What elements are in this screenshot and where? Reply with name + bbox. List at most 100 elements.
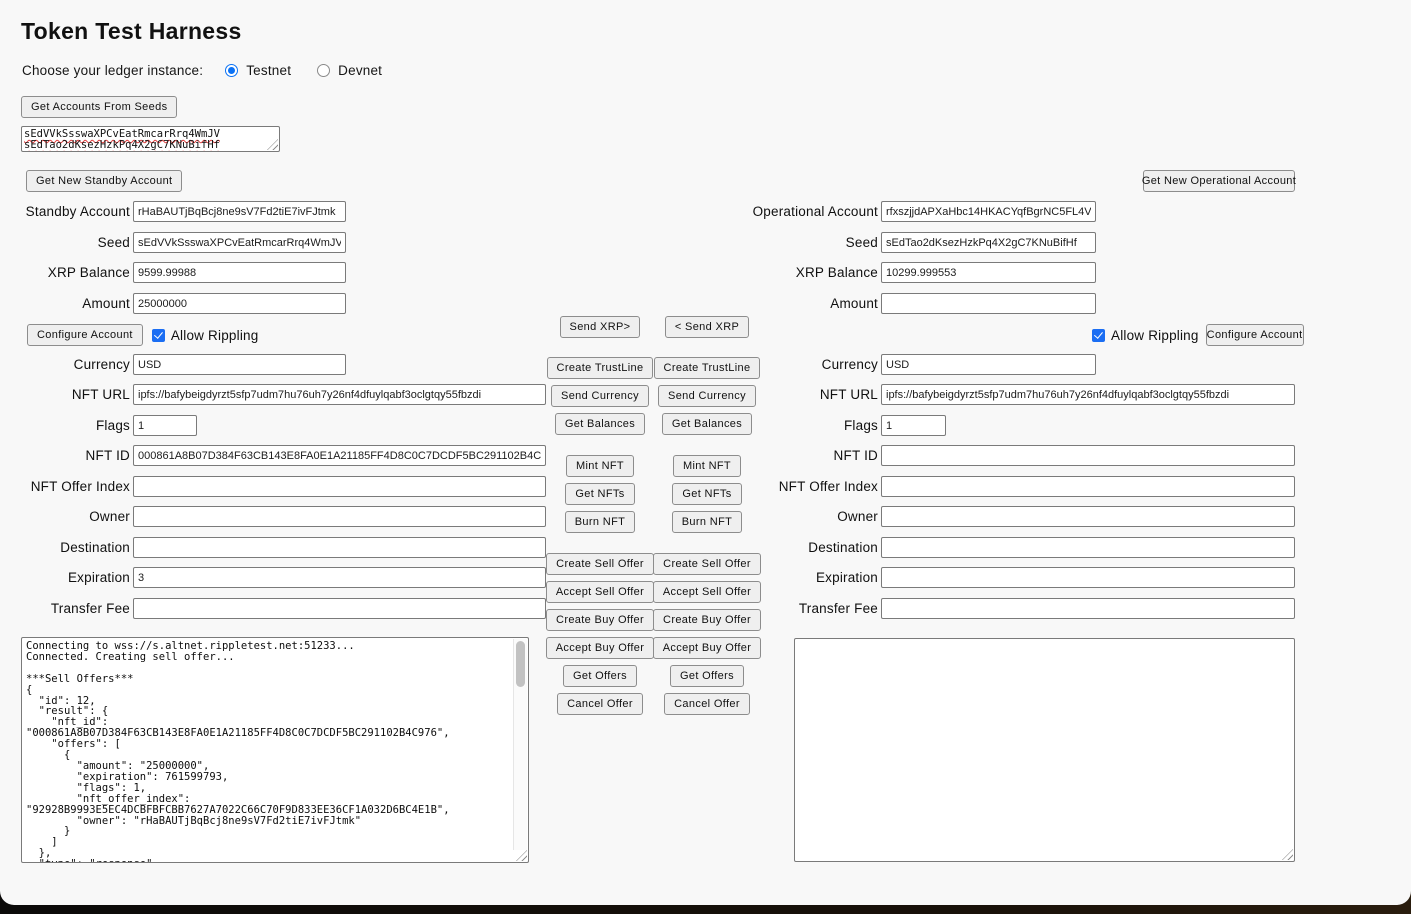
radio-dot xyxy=(228,67,235,74)
standby-create-buy-offer-button[interactable]: Create Buy Offer xyxy=(546,609,654,631)
operational-results-log xyxy=(795,639,1294,645)
operational-cancel-offer-button[interactable]: Cancel Offer xyxy=(664,693,750,715)
operational-results-textarea[interactable] xyxy=(794,638,1295,862)
standby-send-xrp-button[interactable]: Send XRP> xyxy=(560,316,641,338)
standby-seed-label: Seed xyxy=(0,235,130,250)
check-icon xyxy=(1094,329,1103,338)
field-row: Standby Account xyxy=(0,201,346,222)
standby-nft-offer-index-field[interactable] xyxy=(133,476,546,497)
operational-allow-rippling-checkbox[interactable] xyxy=(1092,329,1105,342)
standby-send-currency-button[interactable]: Send Currency xyxy=(551,385,649,407)
operational-nft-offer-index-field[interactable] xyxy=(881,476,1295,497)
field-row: Flags xyxy=(0,415,197,436)
operational-xrp-balance-field[interactable] xyxy=(881,262,1096,283)
testnet-radio[interactable] xyxy=(225,64,238,77)
operational-send-xrp-button[interactable]: < Send XRP xyxy=(665,316,749,338)
standby-seed-field[interactable] xyxy=(133,232,346,253)
scrollbar-track[interactable] xyxy=(513,639,527,850)
standby-nft-id-field[interactable] xyxy=(133,445,546,466)
field-row: XRP Balance xyxy=(651,262,1096,283)
standby-get-nfts-button[interactable]: Get NFTs xyxy=(565,483,634,505)
field-row: NFT URL xyxy=(0,384,546,405)
operational-accept-sell-offer-button[interactable]: Accept Sell Offer xyxy=(653,581,761,603)
operational-get-nfts-button[interactable]: Get NFTs xyxy=(672,483,741,505)
field-row: Amount xyxy=(0,293,346,314)
operational-amount-label: Amount xyxy=(651,296,878,311)
field-row: Currency xyxy=(0,354,346,375)
operational-mint-nft-button[interactable]: Mint NFT xyxy=(673,455,741,477)
standby-amount-label: Amount xyxy=(0,296,130,311)
standby-get-offers-button[interactable]: Get Offers xyxy=(563,665,637,687)
standby-destination-field[interactable] xyxy=(133,537,546,558)
operational-destination-field[interactable] xyxy=(881,537,1295,558)
operational-send-currency-button[interactable]: Send Currency xyxy=(658,385,756,407)
resize-grip-icon[interactable] xyxy=(267,139,278,150)
field-row: Expiration xyxy=(0,567,546,588)
operational-currency-field[interactable] xyxy=(881,354,1096,375)
get-new-standby-account-button[interactable]: Get New Standby Account xyxy=(26,170,182,192)
operational-create-trustline-button[interactable]: Create TrustLine xyxy=(654,357,761,379)
standby-nft-url-field[interactable] xyxy=(133,384,546,405)
field-row: Amount xyxy=(651,293,1096,314)
standby-owner-field[interactable] xyxy=(133,506,546,527)
get-new-operational-account-button[interactable]: Get New Operational Account xyxy=(1143,170,1295,192)
seeds-textarea[interactable]: sEdVVkSsswaXPCvEatRmcarRrq4WmJV sEdTao2d… xyxy=(21,126,280,152)
field-row: Destination xyxy=(0,537,546,558)
standby-xrp-balance-field[interactable] xyxy=(133,262,346,283)
scrollbar-thumb[interactable] xyxy=(516,641,525,687)
standby-create-trustline-button[interactable]: Create TrustLine xyxy=(547,357,654,379)
field-row: XRP Balance xyxy=(0,262,346,283)
ledger-instance-row: Choose your ledger instance: Testnet Dev… xyxy=(22,63,382,78)
operational-expiration-field[interactable] xyxy=(881,567,1295,588)
devnet-radio-label[interactable]: Devnet xyxy=(338,63,382,78)
field-row: Seed xyxy=(0,232,346,253)
operational-seed-field[interactable] xyxy=(881,232,1096,253)
standby-owner-label: Owner xyxy=(0,509,130,524)
operational-flags-field[interactable] xyxy=(881,415,946,436)
operational-transfer-fee-field[interactable] xyxy=(881,598,1295,619)
get-accounts-from-seeds-button[interactable]: Get Accounts From Seeds xyxy=(21,96,177,118)
standby-nft-offer-index-label: NFT Offer Index xyxy=(0,479,130,494)
standby-amount-field[interactable] xyxy=(133,293,346,314)
operational-account-label: Operational Account xyxy=(651,204,878,219)
operational-nft-url-field[interactable] xyxy=(881,384,1295,405)
standby-get-balances-button[interactable]: Get Balances xyxy=(555,413,645,435)
operational-get-offers-button[interactable]: Get Offers xyxy=(670,665,744,687)
standby-allow-rippling-checkbox[interactable] xyxy=(152,329,165,342)
operational-configure-account-button[interactable]: Configure Account xyxy=(1206,324,1304,346)
operational-nft-id-field[interactable] xyxy=(881,445,1295,466)
standby-expiration-field[interactable] xyxy=(133,567,546,588)
operational-owner-field[interactable] xyxy=(881,506,1295,527)
operational-accept-buy-offer-button[interactable]: Accept Buy Offer xyxy=(653,637,762,659)
standby-currency-field[interactable] xyxy=(133,354,346,375)
standby-destination-label: Destination xyxy=(0,540,130,555)
operational-account-field[interactable] xyxy=(881,201,1096,222)
operational-get-balances-button[interactable]: Get Balances xyxy=(662,413,752,435)
devnet-radio[interactable] xyxy=(317,64,330,77)
standby-flags-field[interactable] xyxy=(133,415,197,436)
testnet-radio-label[interactable]: Testnet xyxy=(246,63,291,78)
standby-results-textarea[interactable]: Connecting to wss://s.altnet.rippletest.… xyxy=(21,637,529,863)
standby-configure-account-button[interactable]: Configure Account xyxy=(27,324,143,346)
standby-create-sell-offer-button[interactable]: Create Sell Offer xyxy=(546,553,654,575)
standby-accept-buy-offer-button[interactable]: Accept Buy Offer xyxy=(546,637,655,659)
operational-create-buy-offer-button[interactable]: Create Buy Offer xyxy=(653,609,761,631)
standby-mint-nft-button[interactable]: Mint NFT xyxy=(566,455,634,477)
standby-transfer-fee-field[interactable] xyxy=(133,598,546,619)
field-row: Seed xyxy=(651,232,1096,253)
check-icon xyxy=(154,329,163,338)
operational-amount-field[interactable] xyxy=(881,293,1096,314)
standby-expiration-label: Expiration xyxy=(0,570,130,585)
field-row: NFT Offer Index xyxy=(0,476,546,497)
standby-accept-sell-offer-button[interactable]: Accept Sell Offer xyxy=(546,581,654,603)
operational-create-sell-offer-button[interactable]: Create Sell Offer xyxy=(653,553,761,575)
operational-burn-nft-button[interactable]: Burn NFT xyxy=(672,511,742,533)
standby-account-field[interactable] xyxy=(133,201,346,222)
standby-nft-id-label: NFT ID xyxy=(0,448,130,463)
standby-burn-nft-button[interactable]: Burn NFT xyxy=(565,511,635,533)
token-test-harness-page: Token Test Harness Choose your ledger in… xyxy=(0,0,1411,905)
seeds-value: sEdVVkSsswaXPCvEatRmcarRrq4WmJV sEdTao2d… xyxy=(24,128,220,151)
standby-cancel-offer-button[interactable]: Cancel Offer xyxy=(557,693,643,715)
resize-grip-icon[interactable] xyxy=(1282,849,1293,860)
standby-account-label: Standby Account xyxy=(0,204,130,219)
